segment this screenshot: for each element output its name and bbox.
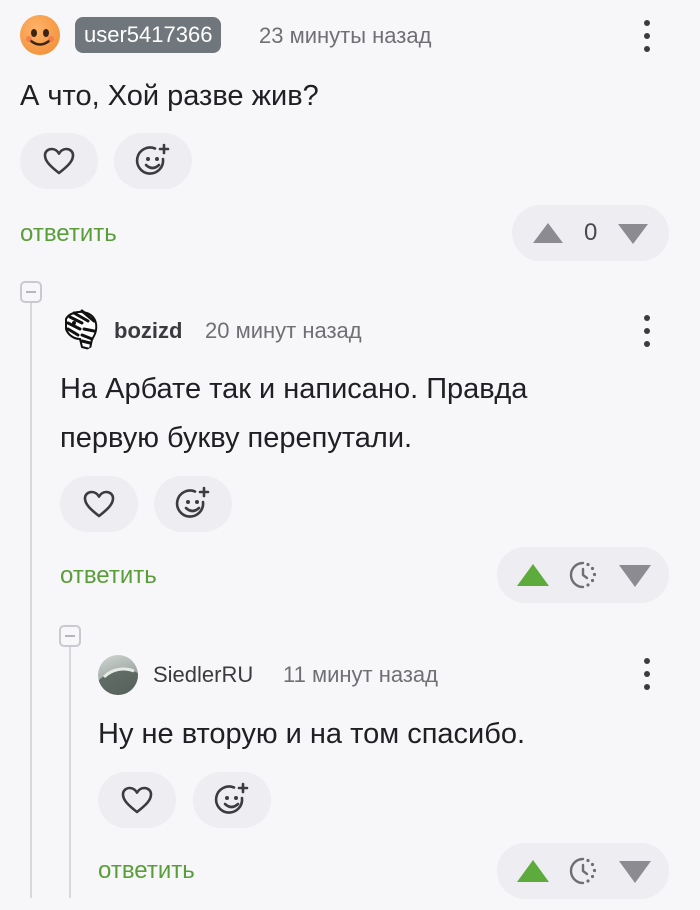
triangle-up-icon[interactable]: [531, 221, 565, 245]
emoji-add-icon: [175, 486, 210, 518]
heart-icon: [43, 147, 75, 175]
triangle-up-icon[interactable]: [515, 858, 551, 884]
triangle-down-icon[interactable]: [617, 859, 653, 885]
collapse-minus-icon[interactable]: [20, 281, 42, 303]
emoji-add-icon: [135, 143, 170, 175]
more-vertical-icon[interactable]: [641, 19, 653, 53]
timestamp: 20 минут назад: [205, 318, 362, 343]
heart-icon: [83, 490, 115, 518]
avatar[interactable]: [98, 655, 138, 695]
thread-line: [30, 300, 32, 898]
emoji-add-icon: [214, 782, 249, 814]
like-button[interactable]: [60, 476, 138, 532]
like-button[interactable]: [98, 772, 176, 828]
username-badge[interactable]: user5417366: [75, 17, 222, 53]
rating-box: [497, 843, 669, 899]
reply-link[interactable]: ответить: [20, 220, 117, 248]
add-reaction-button[interactable]: [114, 133, 192, 189]
clock-pending-icon: [569, 561, 597, 589]
add-reaction-button[interactable]: [154, 476, 232, 532]
rating-box: 0: [512, 205, 669, 261]
triangle-down-icon[interactable]: [616, 222, 650, 246]
rating-value: 0: [584, 219, 598, 246]
timestamp: 11 минут назад: [283, 662, 438, 687]
thread-line: [69, 644, 71, 898]
triangle-up-icon[interactable]: [515, 562, 551, 588]
comment-text-line: На Арбате так и написано. Правда: [60, 373, 528, 405]
comment-text: Ну не вторую и на том спасибо.: [98, 718, 526, 750]
zebra-avatar-icon: [65, 309, 98, 351]
like-button[interactable]: [20, 133, 98, 189]
timestamp: 23 минуты назад: [259, 23, 432, 48]
username[interactable]: SiedlerRU: [153, 662, 253, 688]
rating-box: [497, 547, 669, 603]
comment-text-line: первую букву перепутали.: [60, 422, 413, 454]
collapse-minus-icon[interactable]: [59, 625, 81, 647]
reply-link[interactable]: ответить: [60, 562, 157, 590]
reply-link[interactable]: ответить: [98, 857, 195, 885]
comment-text: А что, Хой разве жив?: [20, 80, 319, 112]
more-vertical-icon[interactable]: [641, 657, 653, 691]
avatar[interactable]: [60, 309, 100, 351]
username[interactable]: bozizd: [114, 318, 182, 344]
add-reaction-button[interactable]: [193, 772, 271, 828]
triangle-down-icon[interactable]: [617, 563, 653, 589]
smiley-avatar-icon: [26, 29, 54, 46]
photo-avatar-icon: [98, 667, 138, 695]
avatar[interactable]: [20, 15, 60, 55]
clock-pending-icon: [569, 857, 597, 885]
comment-thread: user5417366 23 минуты назад А что, Хой р…: [0, 0, 700, 910]
more-vertical-icon[interactable]: [641, 314, 653, 348]
heart-icon: [121, 786, 153, 814]
